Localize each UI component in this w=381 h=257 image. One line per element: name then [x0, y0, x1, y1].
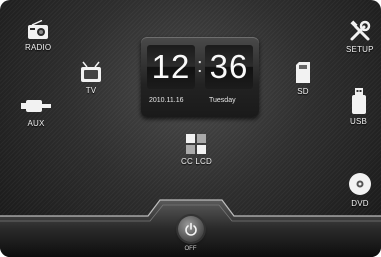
off-label: OFF — [184, 246, 197, 252]
cclcd-label: CC LCD — [181, 157, 212, 166]
aux-button[interactable]: AUX — [21, 99, 51, 128]
power-off-button[interactable] — [178, 216, 204, 242]
home-screen: RADIO TV AUX 12 : 36 2010.11.16 Tuesday — [0, 0, 381, 257]
clock-date: 2010.11.16 — [149, 97, 184, 104]
tv-label: TV — [85, 86, 97, 95]
radio-label: RADIO — [25, 43, 52, 52]
radio-icon — [28, 20, 49, 39]
tools-icon — [350, 20, 371, 41]
grid-icon — [186, 134, 207, 154]
clock-widget[interactable]: 12 : 36 2010.11.16 Tuesday — [141, 37, 259, 117]
sd-label: SD — [297, 87, 309, 96]
aux-label: AUX — [27, 119, 45, 128]
aux-icon — [21, 100, 51, 112]
usb-drive-icon — [351, 88, 366, 114]
radio-button[interactable]: RADIO — [25, 20, 51, 52]
sd-card-icon — [296, 62, 310, 83]
clock-minutes: 36 — [209, 48, 249, 85]
tv-button[interactable]: TV — [79, 61, 103, 95]
cclcd-button[interactable]: CC LCD — [181, 134, 212, 166]
setup-button[interactable]: SETUP — [346, 20, 374, 54]
usb-label: USB — [350, 117, 368, 126]
clock-weekday: Tuesday — [209, 97, 236, 104]
power-icon — [185, 222, 197, 236]
setup-label: SETUP — [346, 45, 374, 54]
usb-button[interactable]: USB — [350, 88, 367, 126]
minutes-panel: 36 — [205, 45, 253, 89]
tv-icon — [81, 61, 101, 82]
hours-panel: 12 — [147, 45, 195, 89]
sd-button[interactable]: SD — [295, 62, 311, 96]
clock-hours: 12 — [151, 48, 191, 85]
clock-colon: : — [197, 55, 203, 77]
